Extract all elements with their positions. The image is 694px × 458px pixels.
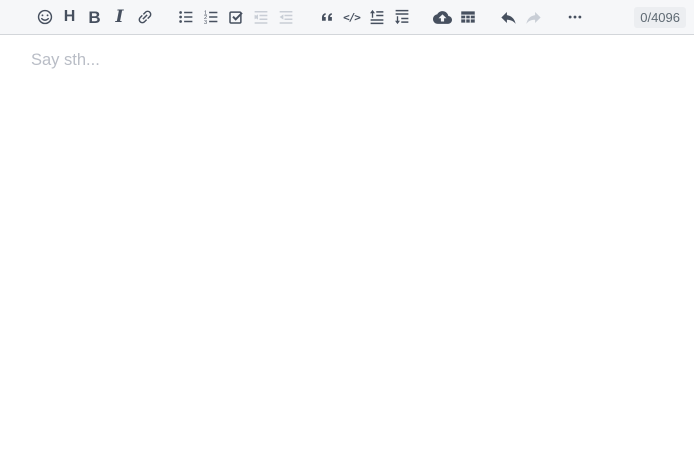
redo-icon	[524, 8, 543, 27]
ordered-list-icon: 1 2 3	[202, 8, 220, 26]
insert-after-icon	[393, 8, 411, 26]
upload-button[interactable]	[430, 5, 455, 30]
heading-button[interactable]: H	[57, 5, 82, 30]
cloud-upload-icon	[433, 8, 452, 27]
svg-text:3: 3	[203, 20, 206, 26]
editor-content-area[interactable]: Say sth...	[0, 35, 694, 235]
more-ellipsis-icon	[566, 8, 584, 26]
char-counter: 0/4096	[634, 7, 686, 28]
insert-after-button[interactable]	[389, 5, 414, 30]
quote-icon	[318, 8, 336, 26]
bold-icon: B	[88, 9, 100, 26]
indent-button[interactable]	[273, 5, 298, 30]
redo-button[interactable]	[521, 5, 546, 30]
quote-button[interactable]	[314, 5, 339, 30]
editor-toolbar: H B I 1 2 3	[0, 0, 694, 35]
outdent-button[interactable]	[248, 5, 273, 30]
code-button[interactable]: </>	[339, 5, 364, 30]
editor-placeholder: Say sth...	[31, 51, 100, 69]
outdent-icon	[252, 8, 270, 26]
link-button[interactable]	[132, 5, 157, 30]
table-button[interactable]	[455, 5, 480, 30]
more-button[interactable]	[562, 5, 587, 30]
indent-icon	[277, 8, 295, 26]
task-list-button[interactable]	[223, 5, 248, 30]
heading-icon: H	[64, 9, 76, 25]
italic-icon: I	[116, 9, 124, 26]
ordered-list-button[interactable]: 1 2 3	[198, 5, 223, 30]
unordered-list-button[interactable]	[173, 5, 198, 30]
unordered-list-icon	[177, 8, 195, 26]
check-icon	[227, 8, 245, 26]
insert-before-button[interactable]	[364, 5, 389, 30]
undo-icon	[499, 8, 518, 27]
undo-button[interactable]	[496, 5, 521, 30]
bold-button[interactable]: B	[82, 5, 107, 30]
link-icon	[136, 8, 154, 26]
italic-button[interactable]: I	[107, 5, 132, 30]
code-icon: </>	[343, 12, 360, 23]
table-icon	[459, 8, 477, 26]
insert-before-icon	[368, 8, 386, 26]
markdown-editor: H B I 1 2 3	[0, 0, 694, 458]
emoji-button[interactable]	[32, 5, 57, 30]
emoji-icon	[36, 8, 54, 26]
